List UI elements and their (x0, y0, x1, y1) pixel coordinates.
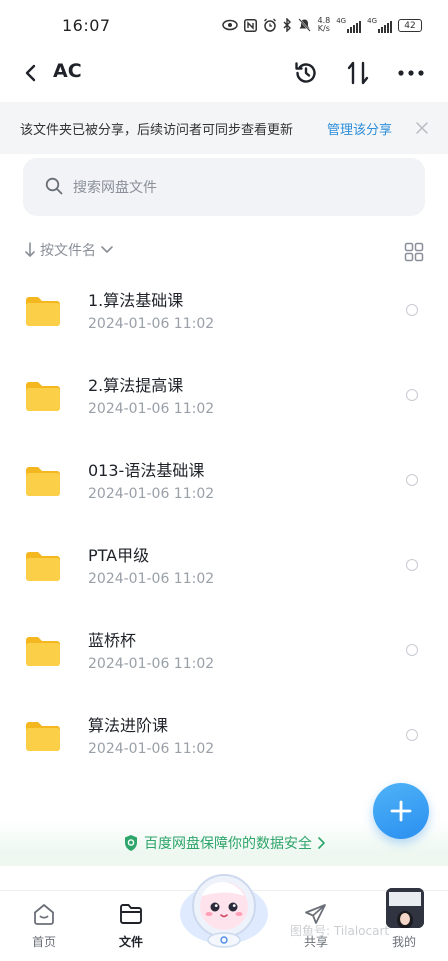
more-dots-icon (398, 70, 424, 76)
file-row[interactable]: 013-语法基础课 2024-01-06 11:02 (0, 440, 448, 525)
file-date: 2024-01-06 11:02 (88, 741, 215, 757)
folder-icon (26, 297, 60, 326)
select-checkbox[interactable] (406, 729, 418, 741)
share-notice: 该文件夹已被分享，后续访问者可同步查看更新 管理该分享 (0, 102, 448, 154)
signal-bars-icon (347, 21, 362, 33)
transfer-button[interactable] (344, 59, 372, 87)
nfc-icon (244, 17, 258, 33)
plus-icon (390, 800, 412, 822)
avatar-image (386, 888, 424, 928)
battery-level: 42 (404, 20, 416, 31)
watermark: 图鱼号: Tilalocart (290, 924, 390, 938)
file-row[interactable]: 算法进阶课 2024-01-06 11:02 (0, 695, 448, 780)
signal-sim2: 4G (367, 17, 392, 33)
back-button[interactable] (18, 60, 42, 86)
file-date: 2024-01-06 11:02 (88, 571, 215, 587)
folder-icon (26, 467, 60, 496)
signal-bars-icon (378, 21, 392, 33)
back-arrow-icon (25, 64, 36, 82)
file-row[interactable]: 2.算法提高课 2024-01-06 11:02 (0, 355, 448, 440)
share-notice-text: 该文件夹已被分享，后续访问者可同步查看更新 (20, 122, 294, 138)
bluetooth-icon (283, 17, 292, 33)
search-icon (45, 177, 63, 195)
folder-icon (26, 552, 60, 581)
file-date: 2024-01-06 11:02 (88, 316, 215, 332)
history-button[interactable] (292, 59, 320, 87)
grid-view-button[interactable] (404, 242, 424, 266)
net-speed: 4.8 K/s (317, 17, 330, 33)
mute-bell-icon (298, 17, 312, 33)
add-button[interactable] (373, 783, 429, 839)
select-checkbox[interactable] (406, 474, 418, 486)
mascot-button[interactable] (178, 868, 270, 948)
folder-tab-icon (120, 904, 142, 924)
tab-home[interactable]: 首页 (14, 899, 74, 950)
sort-row: 按文件名 (0, 236, 448, 266)
file-name: PTA甲级 (88, 546, 150, 565)
net-speed-unit: K/s (317, 24, 330, 33)
tab-label: 首页 (31, 935, 56, 949)
select-checkbox[interactable] (406, 304, 418, 316)
tab-label: 文件 (118, 935, 143, 949)
mascot-icon (180, 874, 268, 948)
page-title: AC (53, 60, 82, 82)
folder-icon (26, 382, 60, 411)
shield-icon (125, 835, 137, 851)
signal-sim1: 4G (336, 17, 362, 33)
sort-arrow-down-icon (25, 242, 35, 257)
search-input[interactable] (71, 175, 375, 201)
select-checkbox[interactable] (406, 559, 418, 571)
avatar[interactable] (386, 888, 424, 928)
file-name: 013-语法基础课 (88, 461, 205, 480)
eye-icon (222, 17, 239, 33)
status-icons: 4.8 K/s 4G 4G 42 (222, 17, 422, 33)
file-name: 算法进阶课 (88, 716, 169, 735)
file-date: 2024-01-06 11:02 (88, 656, 215, 672)
file-date: 2024-01-06 11:02 (88, 486, 215, 502)
sim2-label: 4G (367, 17, 377, 25)
search-bar[interactable] (23, 158, 425, 216)
tab-files[interactable]: 文件 (101, 899, 161, 950)
sort-button[interactable]: 按文件名 (24, 240, 114, 260)
folder-icon (26, 637, 60, 666)
select-checkbox[interactable] (406, 389, 418, 401)
status-bar: 16:07 4.8 K/s 4G 4G 42 (0, 0, 448, 50)
status-time: 16:07 (62, 15, 111, 35)
sim1-label: 4G (336, 17, 347, 25)
grid-view-icon (404, 242, 424, 262)
battery-icon: 42 (398, 18, 422, 32)
chevron-down-icon (101, 246, 113, 253)
more-button[interactable] (396, 59, 426, 87)
file-row[interactable]: 蓝桥杯 2024-01-06 11:02 (0, 610, 448, 695)
file-date: 2024-01-06 11:02 (88, 401, 215, 417)
file-row[interactable]: 1.算法基础课 2024-01-06 11:02 (0, 270, 448, 355)
file-name: 2.算法提高课 (88, 376, 184, 395)
close-icon (416, 122, 428, 134)
header: AC (0, 50, 448, 96)
chevron-right-icon (318, 837, 325, 849)
home-icon (34, 904, 54, 925)
transfer-arrows-icon (347, 61, 369, 85)
file-name: 蓝桥杯 (88, 631, 137, 650)
alarm-icon (263, 17, 277, 33)
close-notice-button[interactable] (413, 119, 431, 137)
history-clock-icon (295, 62, 316, 83)
sort-label: 按文件名 (40, 243, 96, 259)
folder-icon (26, 722, 60, 751)
file-row[interactable]: PTA甲级 2024-01-06 11:02 (0, 525, 448, 610)
select-checkbox[interactable] (406, 644, 418, 656)
manage-share-link[interactable]: 管理该分享 (327, 119, 392, 138)
security-text: 百度网盘保障你的数据安全 (144, 836, 312, 852)
file-name: 1.算法基础课 (88, 291, 184, 310)
